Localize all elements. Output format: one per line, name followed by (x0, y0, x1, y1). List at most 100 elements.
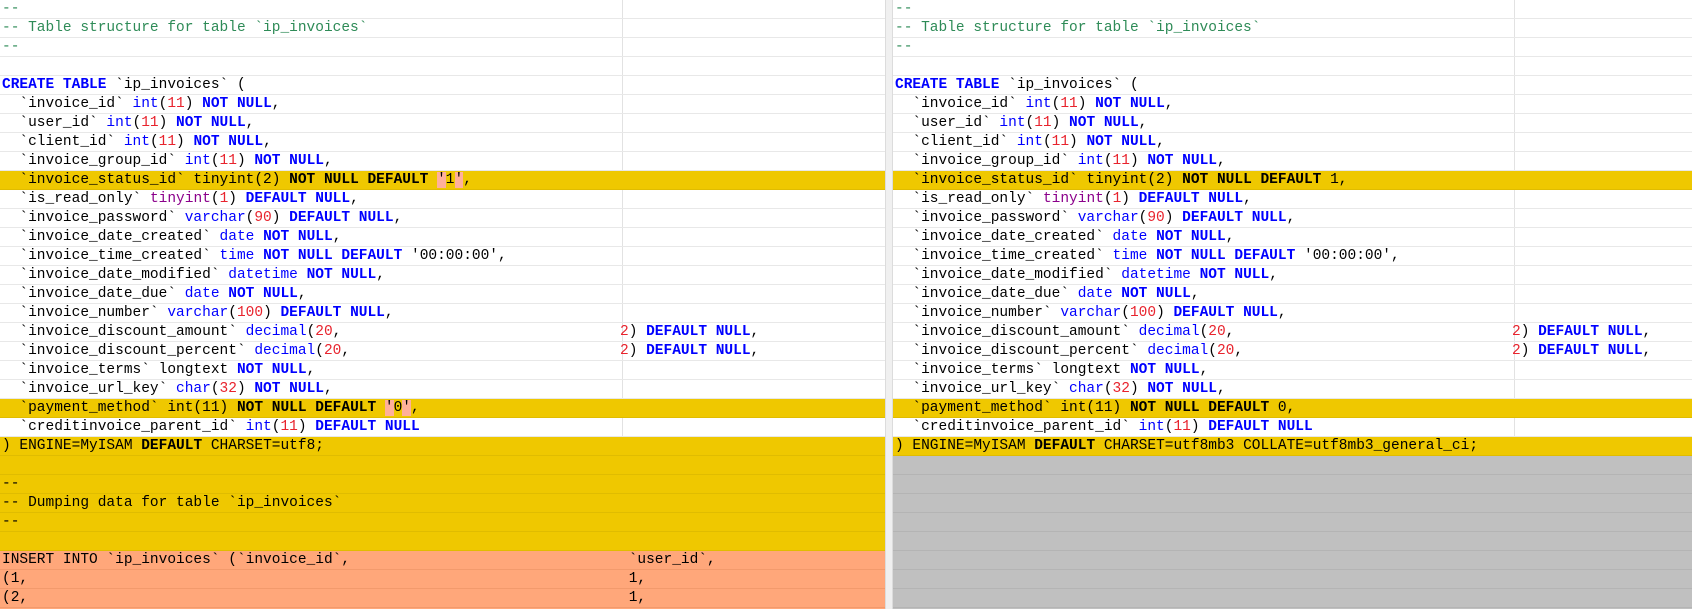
right-code-line[interactable]: `invoice_terms` longtext NOT NULL, (893, 361, 1692, 380)
code-cell: ) ENGINE=MyISAM DEFAULT CHARSET=utf8mb3 … (895, 437, 1478, 456)
left-code-line[interactable]: `invoice_status_id` tinyint(2) NOT NULL … (0, 171, 885, 190)
left-code-line[interactable] (0, 57, 885, 76)
left-code-line[interactable]: `invoice_discount_percent` decimal(20, 2)… (0, 342, 885, 361)
left-code-line[interactable]: `payment_method` int(11) NOT NULL DEFAUL… (0, 399, 885, 418)
right-code-line[interactable] (893, 494, 1692, 513)
code-token: `user_id` (895, 115, 1000, 131)
code-token: `invoice_password` (2, 210, 185, 226)
right-code-line[interactable]: -- (893, 0, 1692, 19)
code-token: NOT NULL DEFAULT (1182, 172, 1322, 188)
code-token: ' (402, 400, 411, 416)
pane-splitter[interactable] (885, 0, 893, 609)
left-code-line[interactable]: -- (0, 0, 885, 19)
code-token: , (297, 286, 307, 302)
right-code-line[interactable]: `invoice_password` varchar(90) DEFAULT N… (893, 209, 1692, 228)
code-token: 11 (219, 153, 237, 169)
right-code-line[interactable]: `invoice_discount_amount` decimal(20, 2) … (893, 323, 1692, 342)
code-cell: `invoice_group_id` int(11) NOT NULL, (2, 152, 332, 171)
right-file-pane[interactable]: -- -- Table structure for table `ip_invoi… (893, 0, 1692, 609)
right-code-line[interactable] (893, 57, 1692, 76)
left-code-line[interactable]: -- (0, 475, 885, 494)
left-code-line[interactable]: -- (0, 513, 885, 532)
code-cell: `invoice_discount_percent` decimal(20, (895, 342, 1243, 361)
left-file-pane[interactable]: -- -- Table structure for table `ip_invoi… (0, 0, 885, 609)
left-code-line[interactable]: INSERT INTO `ip_invoices` (`invoice_id`,… (0, 551, 885, 570)
right-code-line[interactable]: `invoice_date_created` date NOT NULL, (893, 228, 1692, 247)
left-code-line[interactable]: (1, 1, (0, 570, 885, 589)
left-code-line[interactable]: -- Dumping data for table `ip_invoices` (0, 494, 885, 513)
left-code-line[interactable]: CREATE TABLE `ip_invoices` ( (0, 76, 885, 95)
right-code-line[interactable]: -- (893, 38, 1692, 57)
code-token: 20 (315, 324, 333, 340)
right-code-line[interactable] (893, 589, 1692, 608)
code-token: 0, (1269, 400, 1296, 416)
code-token: 20 (1216, 343, 1235, 359)
left-code-line[interactable] (0, 532, 885, 551)
code-token: tinyint (149, 191, 211, 207)
code-token: `invoice_discount_amount` (2, 324, 246, 340)
left-code-line[interactable]: `invoice_date_created` date NOT NULL, (0, 228, 885, 247)
left-code-line[interactable]: `invoice_terms` longtext NOT NULL, (0, 361, 885, 380)
right-code-line[interactable]: `is_read_only` tinyint(1) DEFAULT NULL, (893, 190, 1692, 209)
code-token: int (1025, 96, 1052, 112)
left-code-line[interactable]: `invoice_date_modified` datetime NOT NUL… (0, 266, 885, 285)
left-code-line[interactable]: `invoice_group_id` int(11) NOT NULL, (0, 152, 885, 171)
right-code-line[interactable]: -- Table structure for table `ip_invoice… (893, 19, 1692, 38)
right-code-line[interactable]: `payment_method` int(11) NOT NULL DEFAUL… (893, 399, 1692, 418)
right-code-line[interactable]: `invoice_number` varchar(100) DEFAULT NU… (893, 304, 1692, 323)
right-code-line[interactable]: `invoice_status_id` tinyint(2) NOT NULL … (893, 171, 1692, 190)
right-code-line[interactable] (893, 532, 1692, 551)
right-code-line[interactable] (893, 570, 1692, 589)
right-code-line[interactable]: `invoice_url_key` char(32) NOT NULL, (893, 380, 1692, 399)
left-code-line[interactable]: `is_read_only` tinyint(1) DEFAULT NULL, (0, 190, 885, 209)
code-token: , (1286, 210, 1296, 226)
code-token: time (1112, 248, 1148, 264)
right-code-line[interactable] (893, 456, 1692, 475)
left-code-line[interactable]: ) ENGINE=MyISAM DEFAULT CHARSET=utf8; (0, 437, 885, 456)
code-token: int (106, 115, 133, 131)
right-code-line[interactable]: CREATE TABLE `ip_invoices` ( (893, 76, 1692, 95)
left-code-line[interactable]: -- Table structure for table `ip_invoice… (0, 19, 885, 38)
right-code-line[interactable]: ) ENGINE=MyISAM DEFAULT CHARSET=utf8mb3 … (893, 437, 1692, 456)
code-token: 90 (1147, 210, 1165, 226)
left-code-line[interactable]: `invoice_url_key` char(32) NOT NULL, (0, 380, 885, 399)
code-token: `invoice_time_created` (895, 248, 1113, 264)
left-code-line[interactable]: `invoice_number` varchar(100) DEFAULT NU… (0, 304, 885, 323)
right-code-line[interactable]: `invoice_date_due` date NOT NULL, (893, 285, 1692, 304)
left-code-line[interactable]: `invoice_date_due` date NOT NULL, (0, 285, 885, 304)
code-token: NOT NULL (193, 134, 264, 150)
left-rows: -- -- Table structure for table `ip_invoi… (0, 0, 885, 609)
right-code-line[interactable]: `creditinvoice_parent_id` int(11) DEFAUL… (893, 418, 1692, 437)
left-code-line[interactable]: `invoice_discount_amount` decimal(20, 2) … (0, 323, 885, 342)
right-code-line[interactable]: `invoice_discount_percent` decimal(20, 2)… (893, 342, 1692, 361)
left-code-line[interactable]: `creditinvoice_parent_id` int(11) DEFAUL… (0, 418, 885, 437)
right-code-line[interactable] (893, 513, 1692, 532)
code-token: 20 (1208, 324, 1226, 340)
left-code-line[interactable]: `user_id` int(11) NOT NULL, (0, 114, 885, 133)
code-cell-second: 2) DEFAULT NULL, (620, 323, 759, 342)
code-cell: `invoice_password` varchar(90) DEFAULT N… (895, 209, 1295, 228)
left-code-line[interactable]: (2, 1, (0, 589, 885, 608)
left-code-line[interactable]: `invoice_id` int(11) NOT NULL, (0, 95, 885, 114)
left-code-line[interactable]: -- (0, 38, 885, 57)
left-code-line[interactable]: `invoice_time_created` time NOT NULL DEF… (0, 247, 885, 266)
code-token: CHARSET=utf8; (202, 438, 324, 454)
right-code-line[interactable] (893, 475, 1692, 494)
right-code-line[interactable]: `user_id` int(11) NOT NULL, (893, 114, 1692, 133)
right-code-line[interactable]: `invoice_id` int(11) NOT NULL, (893, 95, 1692, 114)
code-token: varchar (184, 210, 246, 226)
right-code-line[interactable]: `invoice_group_id` int(11) NOT NULL, (893, 152, 1692, 171)
code-token: `user_id`, (620, 552, 716, 568)
right-code-line[interactable]: `invoice_time_created` time NOT NULL DEF… (893, 247, 1692, 266)
left-code-line[interactable] (0, 456, 885, 475)
right-code-line[interactable] (893, 551, 1692, 570)
left-code-line[interactable]: `client_id` int(11) NOT NULL, (0, 133, 885, 152)
code-token: 0 (393, 400, 403, 416)
right-code-line[interactable]: `client_id` int(11) NOT NULL, (893, 133, 1692, 152)
left-code-line[interactable]: `invoice_password` varchar(90) DEFAULT N… (0, 209, 885, 228)
code-token: ) (1129, 381, 1148, 397)
code-token: 32 (219, 381, 237, 397)
right-code-line[interactable]: `invoice_date_modified` datetime NOT NUL… (893, 266, 1692, 285)
code-token: DEFAULT NULL (646, 343, 751, 359)
